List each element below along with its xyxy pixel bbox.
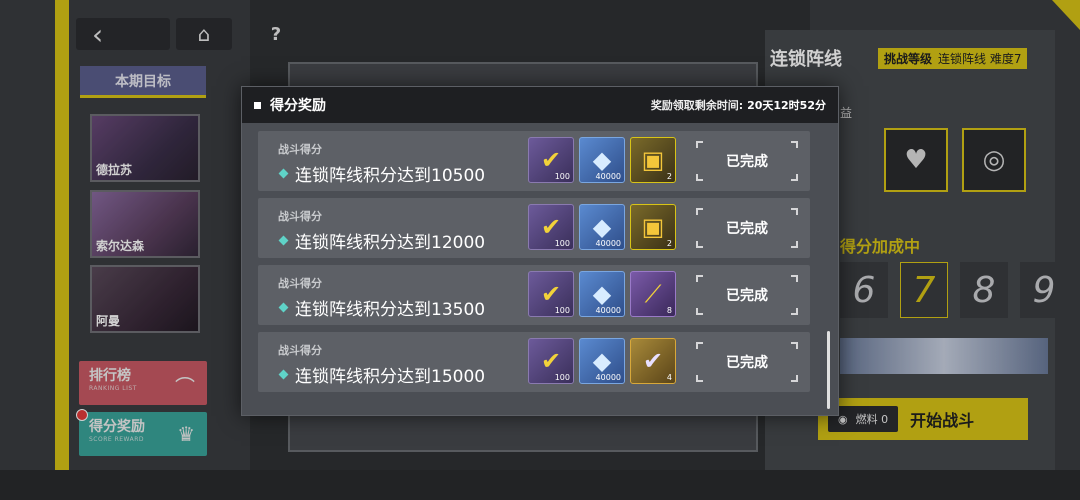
gold-box-icon[interactable]: ▣ 2 (630, 137, 676, 183)
item-count: 4 (666, 373, 672, 382)
diamond-bullet-icon (278, 302, 289, 313)
diamond-bullet-icon (278, 235, 289, 246)
purple-check-icon[interactable]: ✔ 100 (528, 204, 574, 250)
status-label: 已完成 (726, 221, 768, 237)
item-count: 100 (554, 239, 570, 248)
timer-value: 20天12时52分 (747, 99, 826, 112)
gold-box-icon[interactable]: ▣ 2 (630, 204, 676, 250)
diamond-bullet-icon (278, 168, 289, 179)
reward-description: 连锁阵线积分达到13500 (278, 295, 486, 320)
item-count: 100 (554, 172, 570, 181)
completed-status: 已完成 (696, 208, 798, 248)
reward-description: 连锁阵线积分达到12000 (278, 228, 486, 253)
diamond-bullet-icon (278, 369, 289, 380)
reward-description-text: 连锁阵线积分达到15000 (295, 367, 486, 387)
reward-list-scrollbar[interactable] (827, 331, 830, 409)
purple-check-icon[interactable]: ✔ 100 (528, 338, 574, 384)
completed-status: 已完成 (696, 342, 798, 382)
reward-items: ✔ 100 ◆ 40000 ▣ 2 (528, 204, 676, 250)
reward-description-text: 连锁阵线积分达到10500 (295, 166, 486, 186)
reward-row: 战斗得分 连锁阵线积分达到12000 ✔ 100 ◆ 40000 ▣ 2 已完成 (258, 198, 810, 258)
item-count: 8 (666, 306, 672, 315)
reward-description: 连锁阵线积分达到10500 (278, 161, 486, 186)
item-count: 100 (554, 306, 570, 315)
reward-list[interactable]: 战斗得分 连锁阵线积分达到10500 ✔ 100 ◆ 40000 ▣ 2 已完成 战斗… (258, 131, 814, 399)
reward-category: 战斗得分 (278, 277, 322, 290)
reward-description-text: 连锁阵线积分达到13500 (295, 300, 486, 320)
reward-row: 战斗得分 连锁阵线积分达到15000 ✔ 100 ◆ 40000 ✔ 4 已完成 (258, 332, 810, 392)
reward-row: 战斗得分 连锁阵线积分达到10500 ✔ 100 ◆ 40000 ▣ 2 已完成 (258, 131, 810, 191)
item-count: 40000 (595, 239, 621, 248)
item-count: 100 (554, 373, 570, 382)
reward-timer: 奖励领取剩余时间: 20天12时52分 (651, 97, 826, 113)
header-square-icon (254, 101, 261, 109)
purple-check-icon[interactable]: ✔ 100 (528, 271, 574, 317)
reward-row: 战斗得分 连锁阵线积分达到13500 ✔ 100 ◆ 40000 ⟋ 8 已完成 (258, 265, 810, 325)
blue-crystal-icon[interactable]: ◆ 40000 (579, 338, 625, 384)
modal-title: 得分奖励 (270, 98, 326, 114)
reward-category: 战斗得分 (278, 143, 322, 156)
blue-crystal-icon[interactable]: ◆ 40000 (579, 137, 625, 183)
violet-sword-icon[interactable]: ⟋ 8 (630, 271, 676, 317)
blue-crystal-icon[interactable]: ◆ 40000 (579, 271, 625, 317)
reward-items: ✔ 100 ◆ 40000 ⟋ 8 (528, 271, 676, 317)
score-reward-modal: 得分奖励 奖励领取剩余时间: 20天12时52分 战斗得分 连锁阵线积分达到10… (241, 86, 839, 416)
completed-status: 已完成 (696, 141, 798, 181)
status-label: 已完成 (726, 355, 768, 371)
timer-label: 奖励领取剩余时间: (650, 99, 744, 112)
modal-header: 得分奖励 奖励领取剩余时间: 20天12时52分 (242, 87, 838, 123)
blue-crystal-icon[interactable]: ◆ 40000 (579, 204, 625, 250)
reward-items: ✔ 100 ◆ 40000 ▣ 2 (528, 137, 676, 183)
item-count: 2 (666, 172, 672, 181)
reward-description: 连锁阵线积分达到15000 (278, 362, 486, 387)
status-label: 已完成 (726, 288, 768, 304)
orange-card-icon[interactable]: ✔ 4 (630, 338, 676, 384)
purple-check-icon[interactable]: ✔ 100 (528, 137, 574, 183)
reward-description-text: 连锁阵线积分达到12000 (295, 233, 486, 253)
status-label: 已完成 (726, 154, 768, 170)
item-count: 2 (666, 239, 672, 248)
reward-category: 战斗得分 (278, 210, 322, 223)
completed-status: 已完成 (696, 275, 798, 315)
reward-category: 战斗得分 (278, 344, 322, 357)
item-count: 40000 (595, 306, 621, 315)
item-count: 40000 (595, 172, 621, 181)
item-count: 40000 (595, 373, 621, 382)
reward-items: ✔ 100 ◆ 40000 ✔ 4 (528, 338, 676, 384)
